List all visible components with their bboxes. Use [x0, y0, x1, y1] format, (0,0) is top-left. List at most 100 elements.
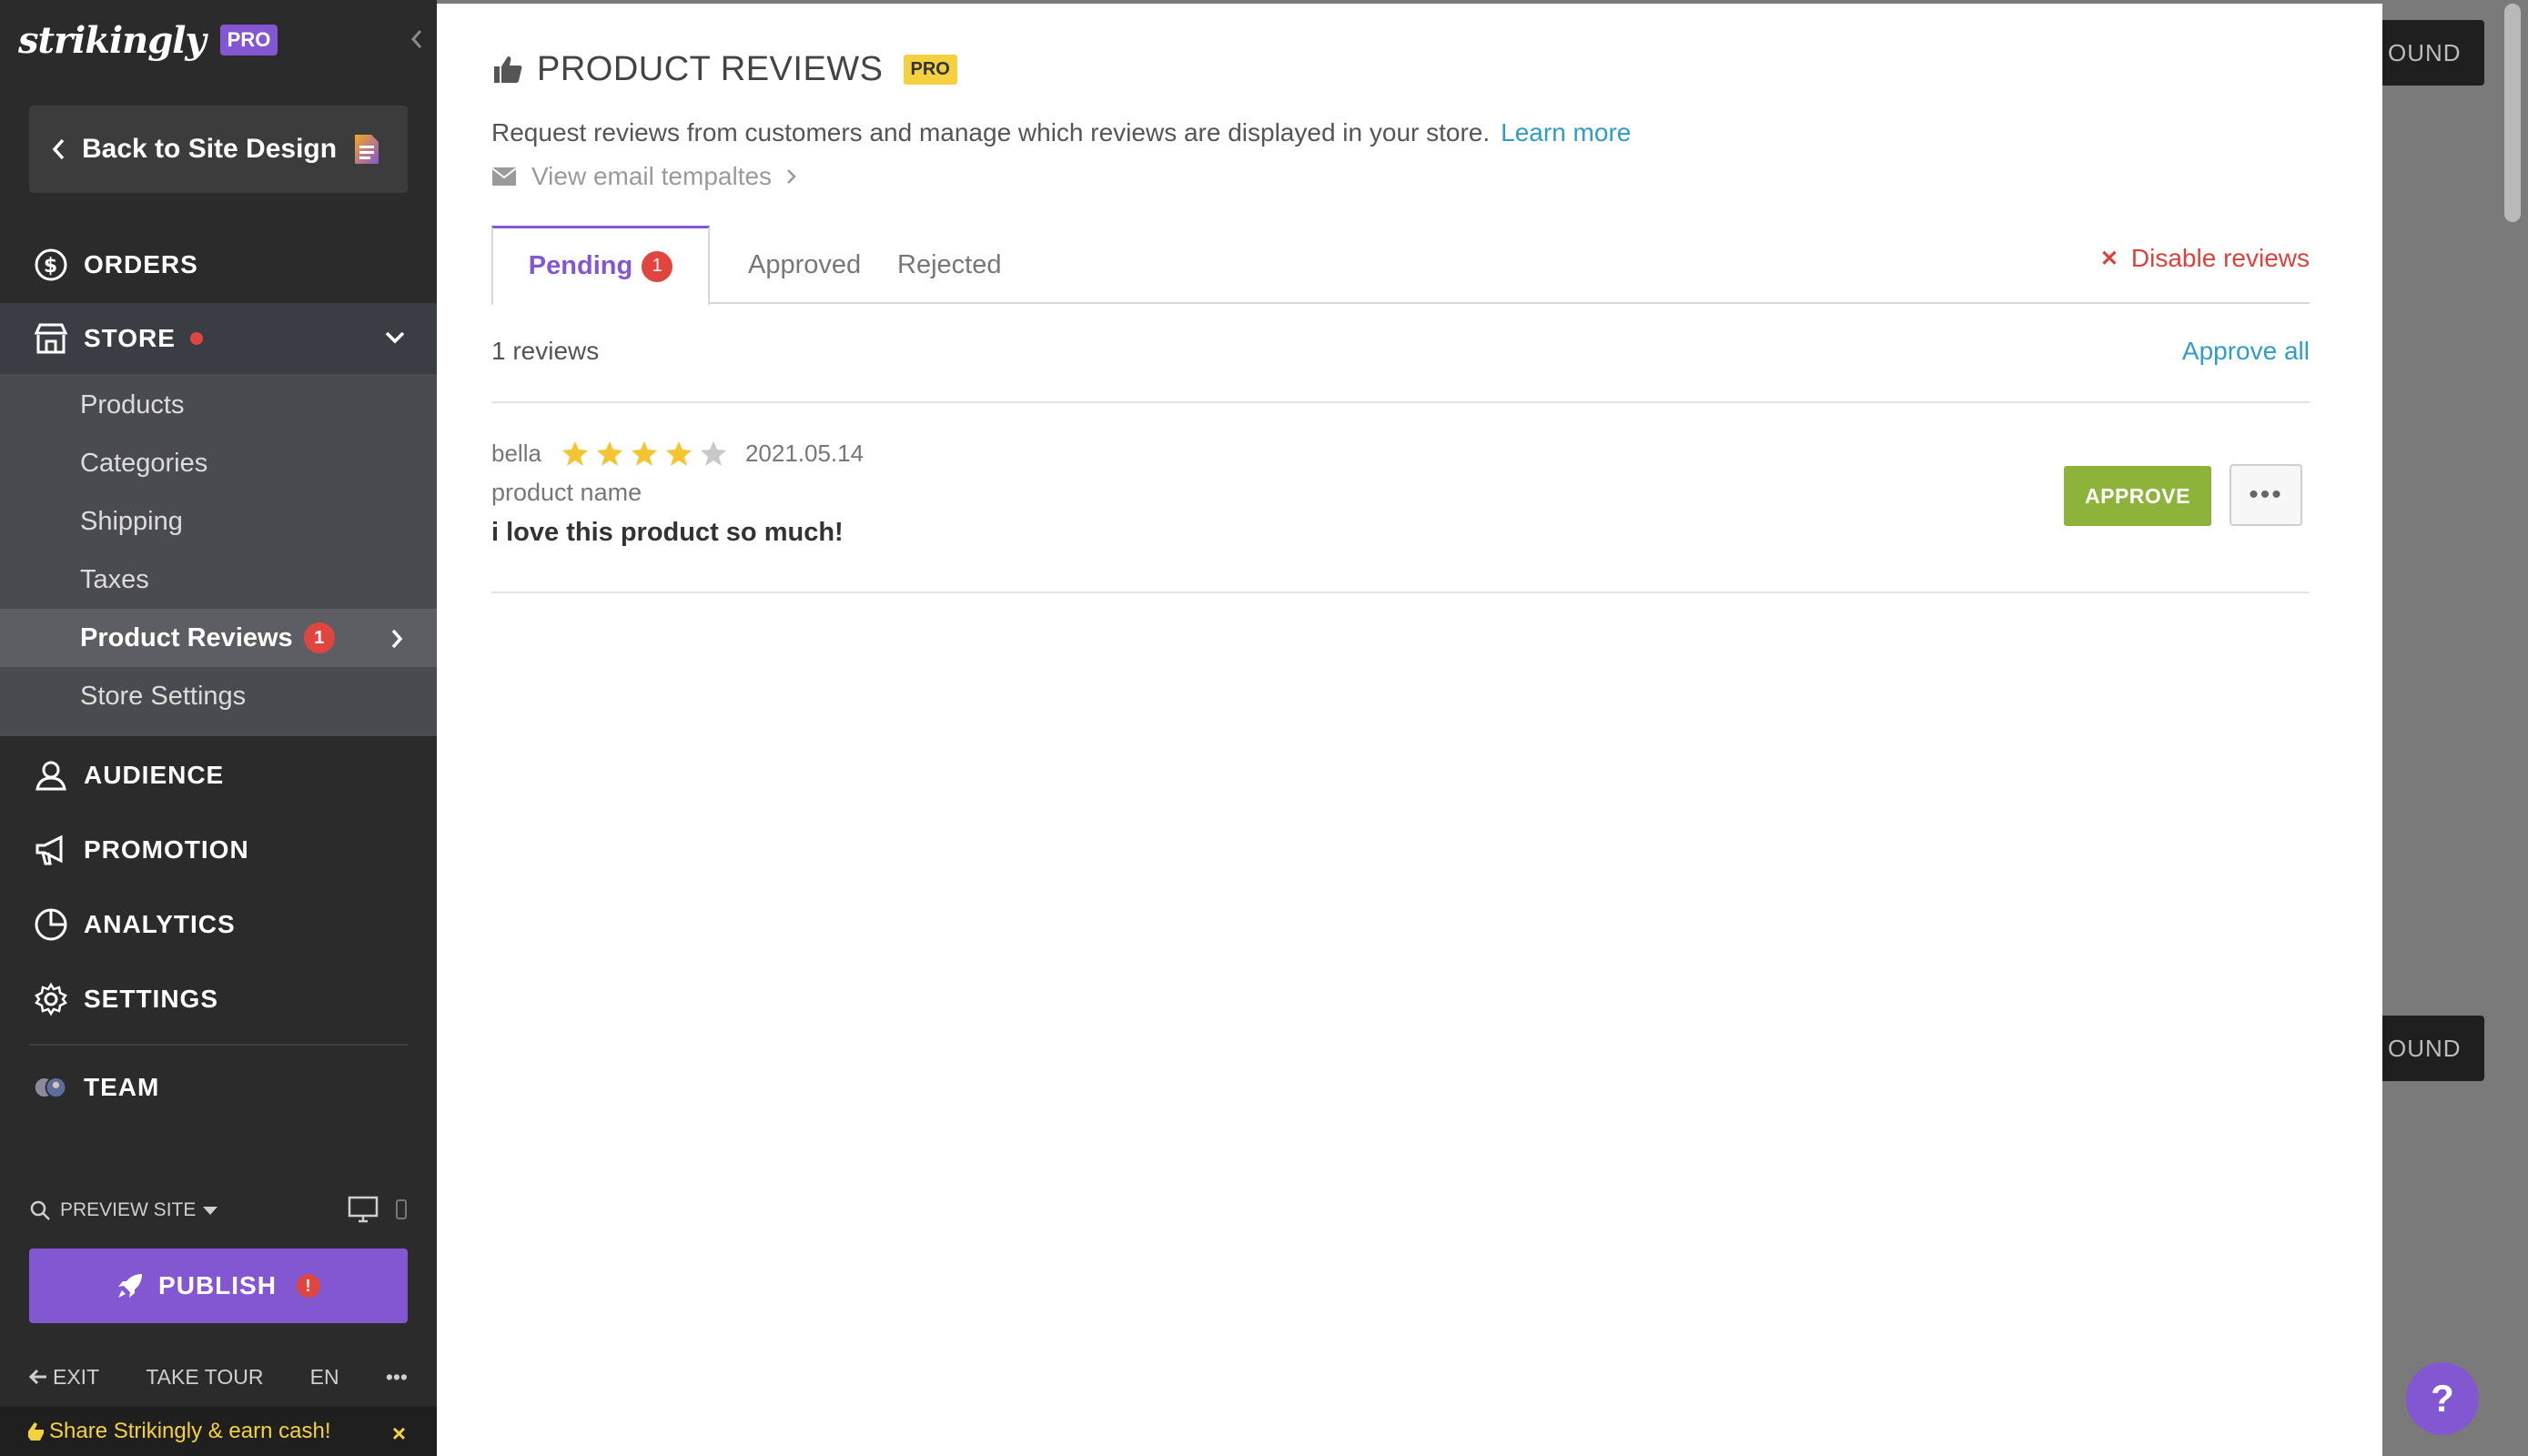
star-filled-icon [596, 441, 622, 466]
preview-site-control: PREVIEW SITE [29, 1196, 408, 1225]
disable-reviews-label: Disable reviews [2130, 244, 2310, 272]
approve-button[interactable]: APPROVE [2064, 466, 2211, 526]
brand[interactable]: strikingly PRO [18, 16, 278, 64]
nav-promotion[interactable]: PROMOTION [0, 816, 437, 884]
tab-label: Rejected [897, 249, 1002, 279]
nav-store-label: STORE [84, 324, 176, 352]
nav-analytics-label: ANALYTICS [84, 910, 236, 938]
background-button[interactable]: OUND [2382, 20, 2484, 86]
star-empty-icon [700, 441, 726, 466]
store-section: STORE Products Categories Shipping Taxes… [0, 303, 437, 736]
store-item-label: Store Settings [80, 681, 247, 711]
reviews-summary-row: 1 reviews Approve all [491, 337, 2310, 366]
help-button[interactable]: ? [2406, 1362, 2479, 1435]
publish-label: PUBLISH [158, 1271, 277, 1299]
nav-promotion-label: PROMOTION [84, 835, 249, 864]
review-count: 1 reviews [491, 337, 600, 365]
document-icon [355, 135, 379, 164]
description-text: Request reviews from customers and manag… [491, 118, 1491, 147]
nav-audience[interactable]: AUDIENCE [0, 742, 437, 809]
nav-settings-label: SETTINGS [84, 985, 219, 1013]
star-filled-icon [631, 441, 657, 466]
pending-count-badge: 1 [642, 250, 673, 282]
nav-team-label: TEAM [84, 1073, 160, 1101]
gear-icon [35, 982, 67, 1016]
desktop-icon[interactable] [348, 1196, 379, 1223]
take-tour-link[interactable]: TAKE TOUR [146, 1365, 263, 1390]
chevron-left-icon [52, 138, 65, 160]
preview-site-dropdown[interactable]: PREVIEW SITE [60, 1199, 196, 1221]
envelope-icon [491, 167, 517, 186]
product-reviews-panel: PRODUCT REVIEWS PRO Request reviews from… [437, 4, 2382, 1456]
rocket-icon [118, 1274, 143, 1298]
close-icon: ✕ [2099, 246, 2118, 271]
approve-all-link[interactable]: Approve all [2182, 337, 2310, 366]
tab-rejected[interactable]: Rejected [897, 226, 1001, 304]
store-item-shipping[interactable]: Shipping [0, 492, 437, 551]
store-item-label: Shipping [80, 506, 183, 536]
exit-button[interactable]: EXIT [29, 1365, 99, 1390]
publish-alert-icon: ! [296, 1274, 320, 1298]
nav-store[interactable]: STORE [0, 303, 437, 374]
review-product-name: product name [491, 479, 642, 506]
sidebar-divider [29, 1044, 408, 1046]
review-item: bella 2021.05.14 product name i love thi… [491, 435, 2310, 571]
divider [491, 592, 2310, 593]
store-item-label: Taxes [80, 564, 149, 594]
store-item-label: Product Reviews [80, 622, 293, 652]
nav-settings[interactable]: SETTINGS [0, 966, 437, 1033]
tab-pending[interactable]: Pending 1 [491, 226, 710, 306]
background-button[interactable]: OUND [2382, 1016, 2484, 1081]
pro-badge: PRO [219, 25, 278, 56]
store-item-products[interactable]: Products [0, 376, 437, 434]
store-item-store-settings[interactable]: Store Settings [0, 667, 437, 725]
mobile-icon[interactable] [395, 1198, 408, 1220]
dollar-circle-icon: $ [35, 248, 67, 281]
learn-more-link[interactable]: Learn more [1501, 118, 1631, 147]
review-author: bella [491, 439, 541, 467]
tab-label: Pending [528, 251, 633, 280]
view-email-templates-link[interactable]: View email tempaltes [491, 162, 797, 191]
pie-chart-icon [35, 908, 67, 941]
review-date: 2021.05.14 [744, 439, 865, 467]
more-actions-button[interactable]: ••• [2230, 464, 2302, 526]
nav-team[interactable]: TEAM [0, 1054, 437, 1121]
caret-down-icon [203, 1206, 218, 1215]
nav-analytics[interactable]: ANALYTICS [0, 891, 437, 958]
close-icon[interactable]: × [392, 1420, 406, 1448]
disable-reviews-button[interactable]: ✕ Disable reviews [2100, 244, 2310, 273]
store-item-categories[interactable]: Categories [0, 434, 437, 492]
chevron-down-icon[interactable] [382, 327, 408, 349]
language-selector[interactable]: EN [310, 1365, 339, 1390]
chevron-right-icon [391, 629, 403, 649]
nav-orders[interactable]: $ ORDERS [0, 231, 437, 298]
store-item-label: Categories [80, 448, 208, 478]
more-options-button[interactable]: ••• [386, 1365, 408, 1390]
share-banner[interactable]: Share Strikingly & earn cash! × [0, 1407, 437, 1456]
nav-orders-label: ORDERS [84, 250, 198, 278]
store-item-taxes[interactable]: Taxes [0, 551, 437, 609]
tab-label: Approved [748, 249, 862, 279]
review-meta: bella 2021.05.14 [491, 435, 2310, 471]
tab-approved[interactable]: Approved [748, 226, 861, 304]
review-text: i love this product so much! [491, 518, 844, 547]
logo[interactable]: strikingly [18, 19, 207, 62]
sidebar-footer: EXIT TAKE TOUR EN ••• [29, 1361, 408, 1392]
storefront-icon [34, 323, 68, 354]
scrollbar[interactable] [2504, 4, 2521, 222]
pro-badge: PRO [903, 54, 957, 85]
collapse-sidebar-icon[interactable] [406, 25, 428, 53]
page-title: PRODUCT REVIEWS [537, 49, 884, 88]
email-link-label: View email tempaltes [531, 162, 773, 190]
hand-icon [28, 1422, 44, 1441]
store-item-product-reviews[interactable]: Product Reviews 1 [0, 609, 437, 667]
thumbs-up-icon [494, 56, 522, 83]
publish-button[interactable]: PUBLISH ! [29, 1249, 408, 1323]
back-to-site-design-button[interactable]: Back to Site Design [29, 106, 408, 193]
share-banner-text: Share Strikingly & earn cash! [49, 1419, 331, 1443]
search-icon [30, 1200, 50, 1220]
svg-text:$: $ [44, 255, 58, 278]
page-header: PRODUCT REVIEWS PRO [491, 44, 957, 95]
back-label: Back to Site Design [82, 134, 338, 164]
star-filled-icon [665, 441, 692, 466]
